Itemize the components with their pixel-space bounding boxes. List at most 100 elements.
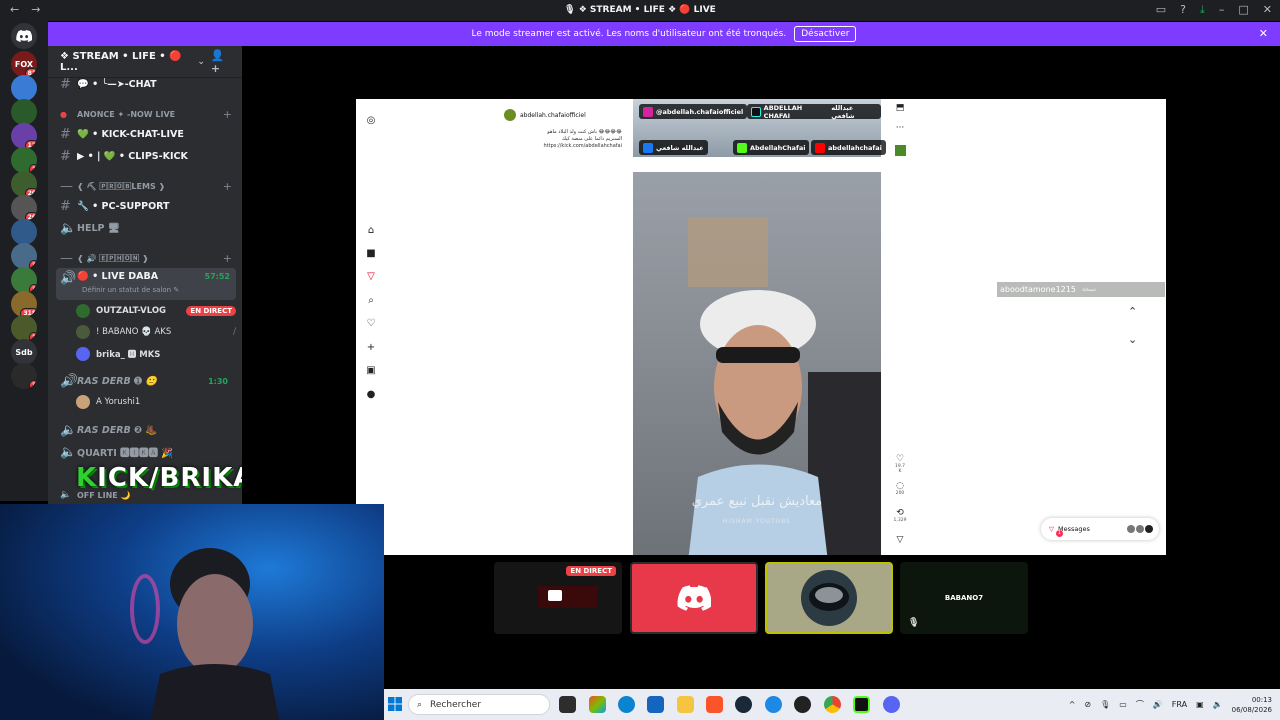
close-window-icon[interactable]: ✕ <box>1263 3 1272 17</box>
channel-ras-derb-1[interactable]: 🔊 RAS DERB ➊ 🙂 1:30 <box>56 371 236 391</box>
input-language[interactable]: FRA <box>1172 700 1187 709</box>
bookmark-icon[interactable]: ⬒ <box>893 103 907 113</box>
comment-action[interactable]: ◌ 200 <box>893 481 907 496</box>
steam-icon[interactable] <box>735 696 752 713</box>
chevron-up-icon[interactable]: ⌃ <box>1128 305 1137 318</box>
server-icon[interactable]: 3 <box>11 243 37 269</box>
server-icon[interactable]: 1 <box>11 147 37 173</box>
category-voice[interactable]: — ❰ 🔊 🄴🄿🄷🄾🄽 ❱ + <box>56 248 236 268</box>
wifi-icon[interactable]: ⌒ <box>1136 699 1144 710</box>
heart-icon[interactable]: ♡ <box>364 318 378 329</box>
server-icon[interactable]: Sdb <box>11 339 37 365</box>
file-explorer-icon[interactable] <box>677 696 694 713</box>
channel-live-daba[interactable]: 🔊 🔴 • LIVE DABA 57:52 Définir un statut … <box>56 268 236 300</box>
discord-taskbar-icon[interactable] <box>883 696 900 713</box>
microphone-icon[interactable]: 🎙 <box>1100 700 1110 709</box>
video-icon[interactable]: ■ <box>364 248 378 259</box>
server-icon[interactable] <box>11 99 37 125</box>
stream-tile-screen[interactable]: EN DIRECT <box>494 562 622 634</box>
plus-icon[interactable]: + <box>364 342 378 353</box>
filter-icon[interactable]: ▽ <box>364 271 378 282</box>
download-icon[interactable]: ⤓ <box>1200 3 1205 17</box>
more-icon[interactable]: ··· <box>893 123 907 133</box>
monitor-icon[interactable]: ▭ <box>1119 700 1127 709</box>
server-icon[interactable]: 26 <box>11 195 37 221</box>
server-icon[interactable]: FOX 81 <box>11 51 37 77</box>
taskbar-search[interactable]: ⌕ Rechercher <box>408 694 550 715</box>
channel-kick-chat[interactable]: # 💚 • KICK-CHAT-LIVE <box>56 124 236 144</box>
server-icon[interactable] <box>11 75 37 101</box>
avatar[interactable] <box>893 145 907 159</box>
stats-icon[interactable]: ▣ <box>364 365 378 376</box>
add-channel-icon[interactable]: + <box>223 180 232 193</box>
share-action[interactable]: ⟲ 1,329 <box>893 508 907 523</box>
send-icon[interactable]: ▽ <box>893 535 907 545</box>
discord-home-icon[interactable] <box>11 23 37 49</box>
brave-icon[interactable] <box>706 696 723 713</box>
profile-icon[interactable]: ● <box>364 389 378 400</box>
help-icon[interactable]: ? <box>1180 3 1186 17</box>
ethernet-icon[interactable]: ▣ <box>1196 700 1204 709</box>
add-channel-icon[interactable]: + <box>223 108 232 121</box>
server-icon[interactable]: 3 <box>11 267 37 293</box>
inbox-icon[interactable]: ▭ <box>1156 3 1166 17</box>
channel-status[interactable]: Définir un statut de salon ✎ <box>82 286 179 294</box>
server-icon[interactable]: 1 <box>11 315 37 341</box>
speaker-icon[interactable]: 🔉 <box>1213 700 1223 709</box>
stream-tile-user[interactable]: BABANO7 🎙 <box>900 562 1028 634</box>
channel-clips[interactable]: # ▶ • | 💚 • CLIPS-KICK <box>56 146 236 166</box>
chevron-down-icon[interactable]: ⌄ <box>197 57 205 67</box>
screen-preview <box>538 586 598 608</box>
windows-start-icon[interactable] <box>388 697 402 711</box>
search-icon[interactable]: ⌕ <box>364 295 378 306</box>
add-channel-icon[interactable]: + <box>223 252 232 265</box>
voice-user[interactable]: A Yorushi1 <box>76 393 236 411</box>
video-watermark: HISHAM YOUTUBE <box>722 518 792 525</box>
channel-quarti[interactable]: 🔈 QUARTI 🅺🅸🅺🅰 🎉 <box>56 442 236 462</box>
clock[interactable]: 00:13 06/08/2026 <box>1232 695 1272 715</box>
category-announce[interactable]: ● ANONCE ✦ -NOW LIVE + <box>56 104 236 124</box>
server-icon[interactable]: 12 <box>11 123 37 149</box>
volume-icon[interactable]: 🔊 <box>1153 700 1163 709</box>
network-off-icon[interactable]: ⊘ <box>1084 700 1091 709</box>
messages-button[interactable]: ▽ 1 Messages <box>1041 518 1159 540</box>
channel-help[interactable]: 🔈 HELP 🖥 <box>56 218 236 238</box>
server-icon[interactable]: 20 <box>11 171 37 197</box>
task-view-icon[interactable] <box>559 696 576 713</box>
instagram-icon[interactable]: ◎ <box>364 115 378 126</box>
app-icon[interactable] <box>765 696 782 713</box>
voice-user[interactable]: brika_ 🅼 MKS <box>76 345 236 363</box>
close-icon[interactable]: ✕ <box>1259 27 1268 40</box>
chevron-down-icon[interactable]: ⌄ <box>1128 333 1137 346</box>
like-action[interactable]: ♡ 19.7 K <box>893 454 907 474</box>
stream-tile-helmet-avatar[interactable] <box>765 562 893 634</box>
maximize-icon[interactable]: □ <box>1238 3 1248 17</box>
channel-pc-support[interactable]: # 🔧 • PC-SUPPORT <box>56 196 236 216</box>
video-player[interactable]: معاديش نقبل نبيع عمري HISHAM YOUTUBE <box>633 172 881 555</box>
store-icon[interactable] <box>647 696 664 713</box>
stream-tile-discord[interactable] <box>630 562 758 634</box>
hash-icon: # <box>60 198 71 214</box>
disable-streamer-mode-button[interactable]: Désactiver <box>794 26 857 42</box>
shared-screen-tiktok[interactable]: ◎ ⌂ ■ ▽ ⌕ ♡ + ▣ ● abdellah.chafaiofficie… <box>356 99 1166 555</box>
obs-icon[interactable] <box>794 696 811 713</box>
caption-user[interactable]: abdellah.chafaiofficiel <box>504 109 622 121</box>
kick-app-icon[interactable] <box>853 696 870 713</box>
category-problems[interactable]: — ❰ ⛏ 🄿🅁🄾🄱LEMS ❱ + <box>56 176 236 196</box>
home-icon[interactable]: ⌂ <box>364 225 378 236</box>
edge-icon[interactable] <box>618 696 635 713</box>
server-icon[interactable] <box>11 219 37 245</box>
voice-user[interactable]: ! BABANO 💀 AKS ⧸ <box>76 323 236 341</box>
server-icon[interactable]: 3 <box>11 363 37 389</box>
voice-user[interactable]: OUTZALT-VLOG EN DIRECT <box>76 302 236 320</box>
invite-icon[interactable]: 👤+ <box>211 49 232 75</box>
caption-link[interactable]: https://kick.com/abdellahchafai <box>504 143 623 150</box>
category-label: ❰ ⛏ 🄿🅁🄾🄱LEMS ❱ <box>77 181 166 191</box>
channel-chat[interactable]: # 💬 • ╰—➤-CHAT <box>56 74 236 94</box>
tray-overflow-icon[interactable]: ^ <box>1069 700 1076 709</box>
server-icon[interactable]: 318 <box>11 291 37 317</box>
copilot-icon[interactable] <box>589 696 606 713</box>
minimize-icon[interactable]: – <box>1219 3 1225 17</box>
chrome-icon[interactable] <box>824 696 841 713</box>
channel-ras-derb-2[interactable]: 🔈 RAS DERB ❷ 🥾 <box>56 420 236 440</box>
